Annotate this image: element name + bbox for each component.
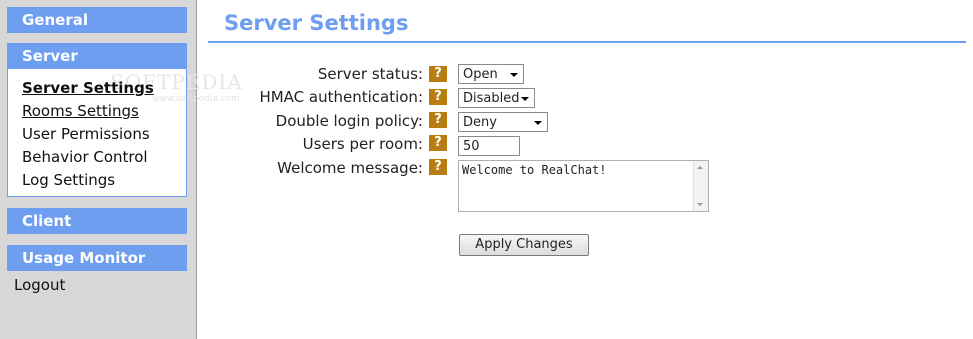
- double-login-label: Double login policy:: [275, 112, 423, 130]
- title-divider: [208, 41, 966, 43]
- apply-changes-button[interactable]: Apply Changes: [459, 234, 589, 256]
- help-icon[interactable]: ?: [429, 66, 447, 82]
- sidebar: General Server SOFTPEDIA www.softpedia.c…: [0, 0, 242, 339]
- hmac-label: HMAC authentication:: [259, 88, 423, 106]
- sidebar-item-log-settings[interactable]: Log Settings: [22, 171, 115, 189]
- chevron-down-icon: [534, 121, 542, 125]
- help-icon[interactable]: ?: [429, 89, 447, 105]
- server-status-select[interactable]: Open: [458, 64, 524, 84]
- hmac-select[interactable]: Disabled: [458, 88, 535, 108]
- sidebar-item-rooms-settings[interactable]: Rooms Settings: [22, 102, 139, 120]
- welcome-message-text: Welcome to RealChat!: [462, 163, 607, 177]
- sidebar-section-client[interactable]: Client: [7, 208, 187, 234]
- double-login-select[interactable]: Deny: [458, 112, 548, 132]
- users-per-room-label: Users per room:: [302, 135, 423, 153]
- welcome-message-label: Welcome message:: [277, 159, 423, 177]
- help-icon[interactable]: ?: [429, 112, 447, 128]
- double-login-value: Deny: [463, 115, 497, 130]
- sidebar-item-server-settings[interactable]: Server Settings: [22, 79, 154, 97]
- users-per-room-input[interactable]: 50: [458, 136, 520, 156]
- scroll-down-arrow-icon[interactable]: [697, 203, 703, 206]
- textarea-scrollbar[interactable]: [693, 161, 708, 211]
- sidebar-section-general[interactable]: General: [7, 7, 187, 33]
- hmac-value: Disabled: [463, 91, 520, 106]
- page-title: Server Settings: [224, 11, 409, 35]
- server-status-label: Server status:: [317, 65, 423, 83]
- help-icon[interactable]: ?: [429, 135, 447, 151]
- sidebar-section-server[interactable]: Server: [7, 43, 187, 69]
- chevron-down-icon: [521, 97, 529, 101]
- server-status-value: Open: [463, 67, 498, 82]
- sidebar-section-usage-monitor[interactable]: Usage Monitor: [7, 245, 187, 271]
- sidebar-item-behavior-control[interactable]: Behavior Control: [22, 148, 148, 166]
- chevron-down-icon: [510, 73, 518, 77]
- scroll-up-arrow-icon[interactable]: [697, 166, 703, 169]
- logout-link[interactable]: Logout: [14, 276, 65, 294]
- help-icon[interactable]: ?: [429, 159, 447, 175]
- sidebar-item-user-permissions[interactable]: User Permissions: [22, 125, 150, 143]
- welcome-message-textarea[interactable]: Welcome to RealChat!: [458, 160, 709, 212]
